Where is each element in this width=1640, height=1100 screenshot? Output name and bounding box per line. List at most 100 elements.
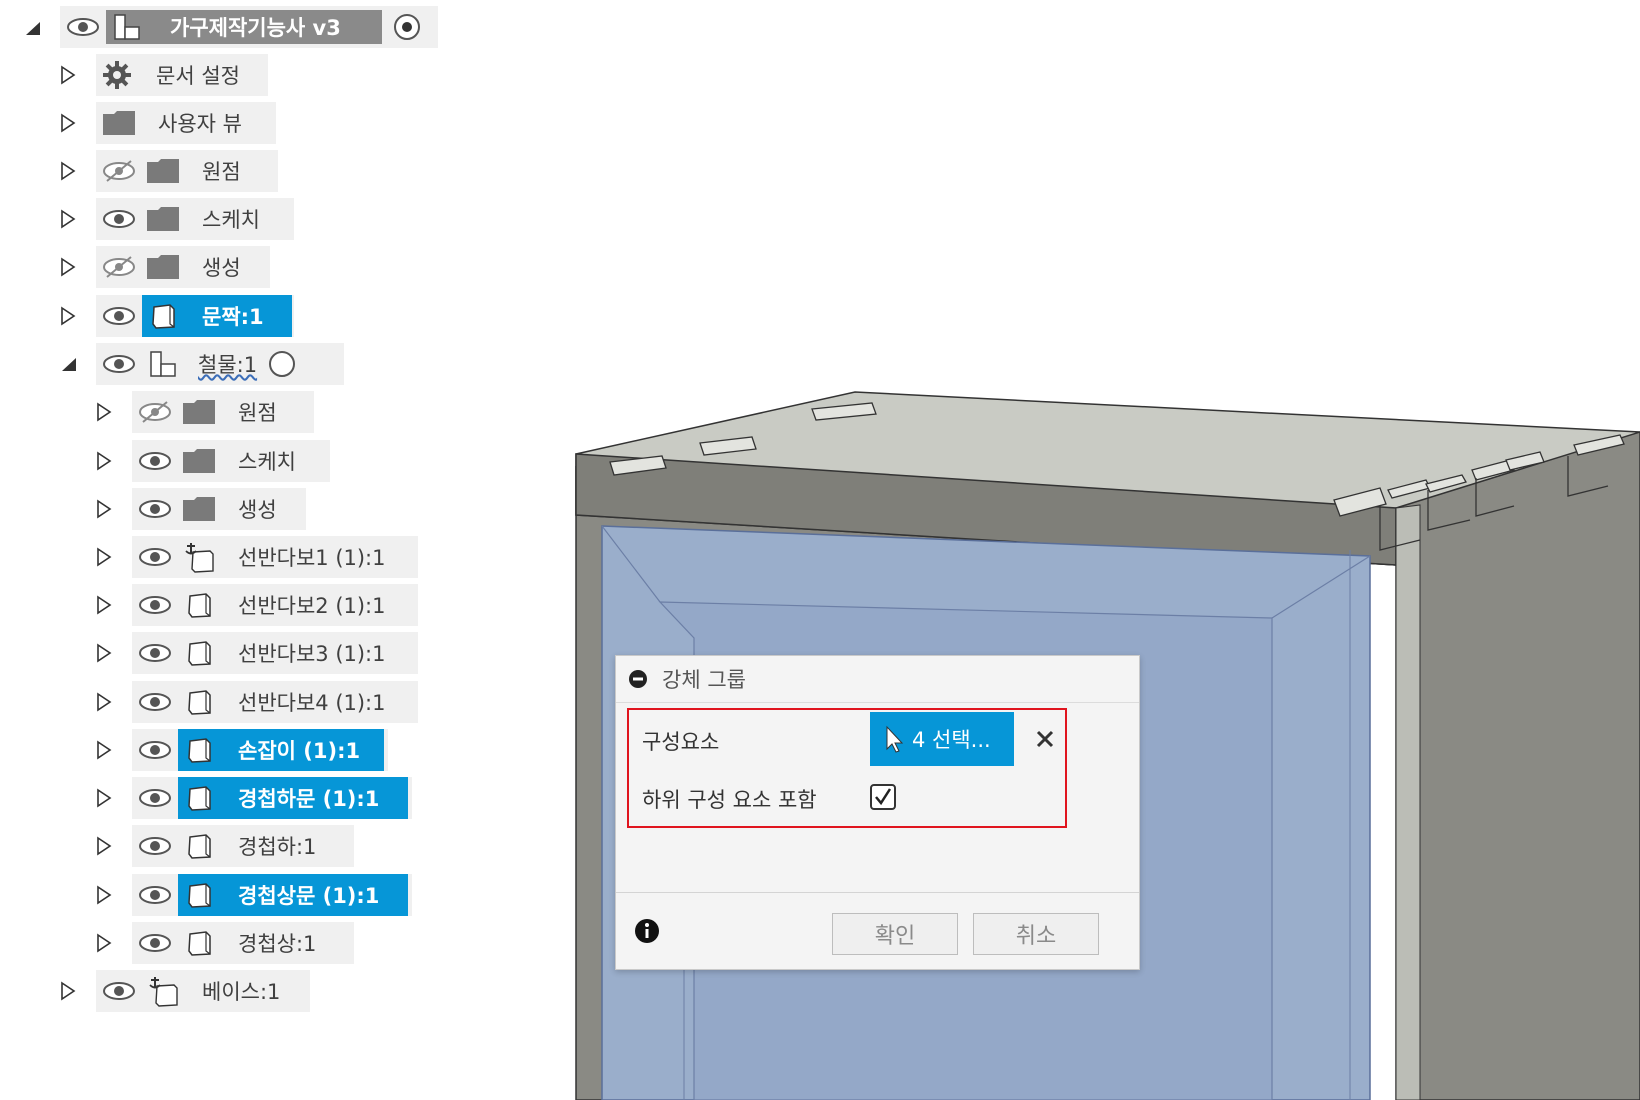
tree-item-hinge-lower-door[interactable]: 경첩하문 (1):1 <box>0 777 440 819</box>
folder-icon <box>142 150 184 192</box>
eye-hidden-icon[interactable] <box>132 391 178 433</box>
tree-item-label: 베이스:1 <box>202 980 281 1004</box>
expand-arrow-icon[interactable] <box>94 547 114 567</box>
eye-icon[interactable] <box>132 681 178 723</box>
expand-arrow-icon[interactable] <box>94 788 114 808</box>
body-icon <box>178 632 220 674</box>
tree-item-origin[interactable]: 원점 <box>0 150 300 192</box>
dialog-header[interactable]: 강체 그룹 <box>616 656 1139 703</box>
tree-item-label: 철물:1 <box>198 353 258 377</box>
expand-arrow-icon[interactable] <box>94 692 114 712</box>
radio-icon[interactable] <box>392 12 422 42</box>
tree-item-label: 문서 설정 <box>156 64 240 88</box>
eye-hidden-icon[interactable] <box>96 150 142 192</box>
eye-icon[interactable] <box>132 440 178 482</box>
collapse-icon[interactable] <box>628 669 648 689</box>
tree-item-label: 생성 <box>202 256 241 280</box>
eye-icon[interactable] <box>60 6 106 48</box>
eye-icon[interactable] <box>96 198 142 240</box>
dialog-title: 강체 그룹 <box>662 668 746 692</box>
expand-arrow-icon[interactable] <box>94 836 114 856</box>
tree-item-document-settings[interactable]: 문서 설정 <box>0 54 300 96</box>
expand-arrow-icon[interactable] <box>94 499 114 519</box>
tree-item-hinge-upper[interactable]: 경첩상:1 <box>0 922 440 964</box>
expand-arrow-icon[interactable] <box>58 65 78 85</box>
tree-item-handle[interactable]: 손잡이 (1):1 <box>0 729 440 771</box>
ok-button[interactable]: 확인 <box>832 913 958 955</box>
expand-arrow-icon[interactable] <box>58 981 78 1001</box>
expand-arrow-icon[interactable] <box>58 113 78 133</box>
body-icon <box>178 825 220 867</box>
components-label: 구성요소 <box>642 730 720 754</box>
eye-icon[interactable] <box>132 922 178 964</box>
eye-icon[interactable] <box>132 777 178 819</box>
expand-arrow-icon[interactable] <box>94 595 114 615</box>
root-node[interactable]: 가구제작기능사 v3 <box>60 6 438 48</box>
tree-item-shelf-pin-2[interactable]: 선반다보2 (1):1 <box>0 584 440 626</box>
eye-icon[interactable] <box>132 632 178 674</box>
expand-arrow-icon[interactable] <box>58 209 78 229</box>
checkbox-icon[interactable] <box>869 783 897 811</box>
root-label: 가구제작기능사 v3 <box>170 16 341 40</box>
body-icon <box>178 584 220 626</box>
eye-icon[interactable] <box>132 729 178 771</box>
selection-button[interactable]: 4 선택... <box>870 712 1014 766</box>
component-icon <box>106 6 148 48</box>
root-label-box[interactable]: 가구제작기능사 v3 <box>106 10 382 44</box>
expand-arrow-icon[interactable] <box>94 643 114 663</box>
eye-icon[interactable] <box>132 584 178 626</box>
cabinet-right-side <box>1395 431 1640 1100</box>
tree-item-hinge-lower[interactable]: 경첩하:1 <box>0 825 440 867</box>
tree-item-shelf-pin-4[interactable]: 선반다보4 (1):1 <box>0 681 440 723</box>
tree-item-base[interactable]: 베이스:1 <box>0 970 340 1012</box>
cancel-button[interactable]: 취소 <box>973 913 1099 955</box>
tree-item-door[interactable]: 문짝:1 <box>0 295 320 337</box>
eye-icon[interactable] <box>132 825 178 867</box>
tree-item-hinge-upper-door[interactable]: 경첩상문 (1):1 <box>0 874 440 916</box>
tree-item-label: 원점 <box>202 160 241 184</box>
tree-item-named-views[interactable]: 사용자 뷰 <box>0 102 300 144</box>
eye-hidden-icon[interactable] <box>96 246 142 288</box>
expand-arrow-icon[interactable] <box>94 451 114 471</box>
expand-arrow-icon[interactable] <box>58 161 78 181</box>
eye-icon[interactable] <box>96 970 142 1012</box>
tree-item-label: 선반다보2 (1):1 <box>238 594 386 618</box>
tree-item-origin[interactable]: 원점 <box>0 391 340 433</box>
expand-arrow-icon[interactable] <box>58 306 78 326</box>
folder-icon <box>178 488 220 530</box>
tree-item-construction[interactable]: 생성 <box>0 246 300 288</box>
anchor-component-icon <box>178 536 220 578</box>
eye-icon[interactable] <box>132 536 178 578</box>
expand-arrow-icon[interactable] <box>58 257 78 277</box>
collapse-arrow-icon[interactable] <box>58 354 78 374</box>
tree-item-selected[interactable]: 손잡이 (1):1 <box>178 729 384 771</box>
include-subcomponents-label: 하위 구성 요소 포함 <box>642 788 817 812</box>
eye-icon[interactable] <box>132 488 178 530</box>
info-icon[interactable] <box>634 918 660 944</box>
eye-icon[interactable] <box>132 874 178 916</box>
tree-item-label: 원점 <box>238 401 277 425</box>
tree-item-sketches[interactable]: 스케치 <box>0 198 300 240</box>
collapse-arrow-icon[interactable] <box>22 18 42 38</box>
tree-item-construction[interactable]: 생성 <box>0 488 340 530</box>
radio-icon[interactable] <box>267 349 297 379</box>
tree-item-selected[interactable]: 문짝:1 <box>142 295 292 337</box>
tree-item-shelf-pin-3[interactable]: 선반다보3 (1):1 <box>0 632 440 674</box>
selection-button-label: 4 선택... <box>912 728 991 752</box>
tree-root[interactable]: 가구제작기능사 v3 <box>0 6 440 48</box>
tree-item-selected[interactable]: 경첩하문 (1):1 <box>178 777 408 819</box>
eye-icon[interactable] <box>96 343 142 385</box>
tree-item-shelf-pin-1[interactable]: 선반다보1 (1):1 <box>0 536 440 578</box>
component-icon <box>142 343 184 385</box>
expand-arrow-icon[interactable] <box>94 885 114 905</box>
cursor-icon <box>886 725 904 753</box>
close-icon[interactable] <box>1034 728 1056 750</box>
expand-arrow-icon[interactable] <box>94 740 114 760</box>
expand-arrow-icon[interactable] <box>94 402 114 422</box>
tree-item-sketches[interactable]: 스케치 <box>0 440 340 482</box>
tree-item-label: 선반다보3 (1):1 <box>238 642 386 666</box>
expand-arrow-icon[interactable] <box>94 933 114 953</box>
tree-item-selected[interactable]: 경첩상문 (1):1 <box>178 874 408 916</box>
tree-item-hardware[interactable]: 철물:1 <box>0 343 360 385</box>
eye-icon[interactable] <box>96 295 142 337</box>
